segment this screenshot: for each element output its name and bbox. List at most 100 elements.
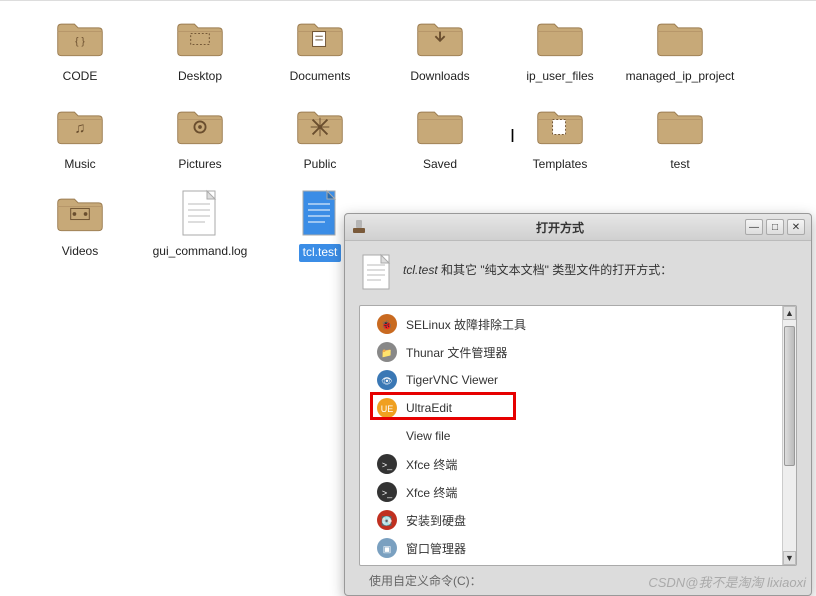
file-label: Desktop [178,69,222,85]
svg-text:💽: 💽 [381,515,392,527]
app-name: 安装到硬盘 [406,512,466,529]
folder-icon [651,15,709,63]
file-item-pictures[interactable]: Pictures [140,99,260,177]
app-item-7[interactable]: 💽 安装到硬盘 [360,506,796,534]
app-icon: ✦ [376,565,398,566]
app-item-8[interactable]: ▣ 窗口管理器 [360,534,796,562]
app-name: View file [406,429,450,443]
file-item-documents[interactable]: Documents [260,11,380,89]
dialog-app-icon [351,219,367,235]
file-type-icon [361,253,393,293]
app-list[interactable]: 🐞 SELinux 故障排除工具 📁 Thunar 文件管理器 👁 TigerVNC Vi… [360,306,796,566]
app-icon: UE [376,397,398,419]
textfile-icon [171,190,229,238]
app-name: Thunar 文件管理器 [406,344,507,361]
svg-text:>_: >_ [382,460,393,470]
file-item-videos[interactable]: Videos [20,186,140,266]
scroll-down-arrow[interactable]: ▼ [783,551,796,565]
file-label: test [670,157,689,173]
app-name: SELinux 故障排除工具 [406,316,526,333]
app-item-4[interactable]: View file [360,422,796,450]
svg-text:▣: ▣ [383,544,392,554]
file-item-test[interactable]: test [620,99,740,177]
svg-text:👁: 👁 [381,376,392,386]
app-name: Xfce 终端 [406,484,457,501]
app-name: Xfce 终端 [406,456,457,473]
scrollbar[interactable]: ▲ ▼ [782,306,796,565]
app-item-9[interactable]: ✦窗口管理器微调 [360,562,796,566]
app-item-2[interactable]: 👁 TigerVNC Viewer [360,366,796,394]
folder-icon [291,103,349,151]
svg-text:♫: ♫ [74,120,85,136]
app-icon: 👁 [376,369,398,391]
open-with-dialog: 打开方式 — □ ✕ tcl.test 和其它 "纯文本文档" 类型文件的打开方… [344,213,812,596]
app-item-5[interactable]: >_ Xfce 终端 [360,450,796,478]
scroll-thumb[interactable] [784,326,795,466]
file-label: Videos [62,244,98,260]
file-label: tcl.test [299,244,342,262]
folder-icon [51,190,109,238]
file-label: Public [304,157,337,173]
watermark: CSDN@我不是淘淘 lixiaoxi [648,572,806,591]
folder-icon [651,103,709,151]
file-label: managed_ip_project [626,69,735,85]
file-item-music[interactable]: ♫ Music [20,99,140,177]
folder-icon [531,103,589,151]
folder-icon: { } [51,15,109,63]
text-cursor: I [510,126,515,147]
folder-icon [171,103,229,151]
folder-icon [171,15,229,63]
file-item-managed-ip-project[interactable]: managed_ip_project [620,11,740,89]
app-name: TigerVNC Viewer [406,373,498,387]
app-icon [376,425,398,447]
svg-text:{ }: { } [75,37,85,48]
file-item-ip-user-files[interactable]: ip_user_files [500,11,620,89]
svg-text:>_: >_ [382,488,393,498]
dialog-titlebar[interactable]: 打开方式 — □ ✕ [345,214,811,241]
app-list-container: 🐞 SELinux 故障排除工具 📁 Thunar 文件管理器 👁 TigerVNC Vi… [359,305,797,566]
close-button[interactable]: ✕ [787,219,805,235]
folder-icon [411,15,469,63]
minimize-button[interactable]: — [745,219,763,235]
folder-icon: ♫ [51,103,109,151]
file-item-saved[interactable]: Saved [380,99,500,177]
app-icon: 📁 [376,341,398,363]
file-label: ip_user_files [526,69,593,85]
file-item-public[interactable]: Public [260,99,380,177]
textfile-icon [291,190,349,238]
file-item-desktop[interactable]: Desktop [140,11,260,89]
app-name: UltraEdit [406,401,452,415]
scroll-up-arrow[interactable]: ▲ [783,306,796,320]
file-item-templates[interactable]: Templates [500,99,620,177]
app-icon: 🐞 [376,313,398,335]
file-label: Music [64,157,95,173]
folder-icon [291,15,349,63]
file-label: Downloads [410,69,469,85]
file-label: CODE [63,69,98,85]
svg-text:UE: UE [381,404,394,414]
file-label: Saved [423,157,457,173]
file-item-code[interactable]: { } CODE [20,11,140,89]
app-item-0[interactable]: 🐞 SELinux 故障排除工具 [360,310,796,338]
svg-text:🐞: 🐞 [381,319,392,330]
app-item-1[interactable]: 📁 Thunar 文件管理器 [360,338,796,366]
svg-text:📁: 📁 [381,348,392,358]
app-icon: >_ [376,481,398,503]
app-name: 窗口管理器 [406,540,466,557]
file-label: Documents [290,69,351,85]
app-icon: >_ [376,453,398,475]
dialog-title: 打开方式 [375,219,745,236]
file-item-gui-command-log[interactable]: gui_command.log [140,186,260,266]
file-label: gui_command.log [153,244,248,260]
app-icon: ▣ [376,537,398,559]
folder-icon [411,103,469,151]
app-icon: 💽 [376,509,398,531]
maximize-button[interactable]: □ [766,219,784,235]
app-item-3[interactable]: UE UltraEdit [360,394,796,422]
app-item-6[interactable]: >_ Xfce 终端 [360,478,796,506]
file-label: Pictures [178,157,221,173]
dialog-description: tcl.test 和其它 "纯文本文档" 类型文件的打开方式： [403,253,672,278]
file-label: Templates [533,157,588,173]
folder-icon [531,15,589,63]
file-item-downloads[interactable]: Downloads [380,11,500,89]
